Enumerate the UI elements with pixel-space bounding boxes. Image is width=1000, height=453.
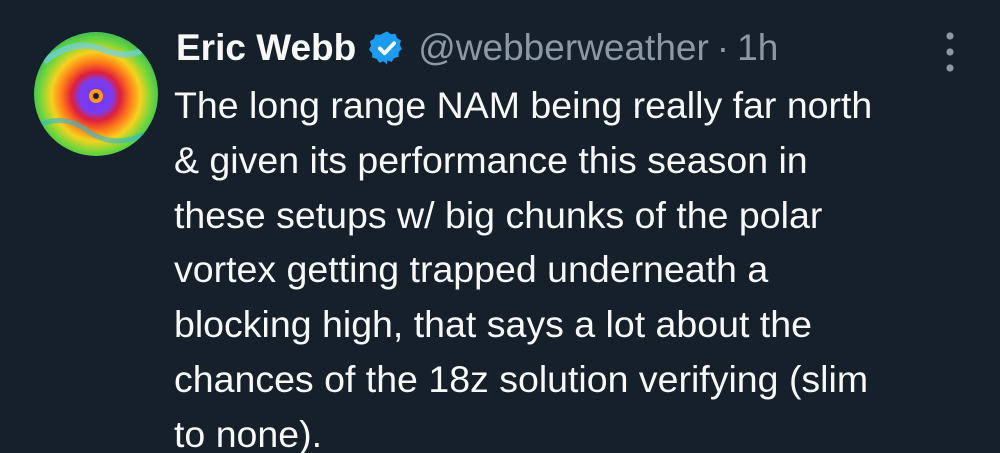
meta-separator: · (716, 27, 730, 68)
author-avatar[interactable] (34, 32, 158, 156)
hurricane-radar-avatar-icon (34, 32, 158, 156)
more-options-icon[interactable] (940, 30, 960, 74)
tweet-header: Eric Webb @webberweather · 1h (176, 20, 778, 76)
tweet-card[interactable]: Eric Webb @webberweather · 1h The long r… (0, 0, 1000, 453)
author-display-name[interactable]: Eric Webb (176, 27, 356, 69)
verified-badge-icon[interactable] (368, 29, 406, 67)
tweet-timestamp[interactable]: 1h (737, 27, 778, 69)
tweet-text: The long range NAM being really far nort… (174, 84, 873, 453)
author-handle[interactable]: @webberweather (418, 27, 709, 69)
